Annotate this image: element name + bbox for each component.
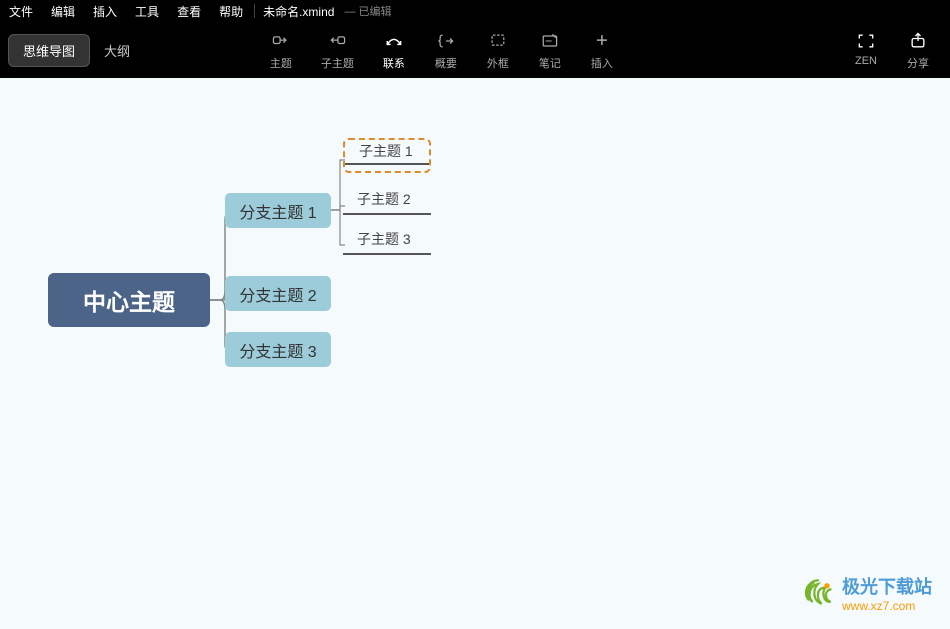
- branch-label: 分支主题 2: [239, 282, 316, 306]
- tab-mindmap[interactable]: 思维导图: [8, 34, 90, 67]
- zen-label: ZEN: [855, 55, 877, 67]
- edited-label: — 已编辑: [340, 3, 391, 19]
- sub-label: 子主题 2: [357, 189, 411, 209]
- filename-label: 未命名.xmind: [257, 3, 340, 20]
- central-topic-node[interactable]: 中心主题: [48, 273, 210, 327]
- subtopic-button[interactable]: 子主题: [307, 26, 368, 75]
- share-icon: [906, 30, 930, 52]
- watermark-url: www.xz7.com: [842, 599, 932, 613]
- topic-label: 主题: [270, 55, 292, 71]
- menu-view[interactable]: 查看: [168, 3, 210, 20]
- sub-label: 子主题 1: [359, 141, 413, 161]
- branch-label: 分支主题 3: [239, 338, 316, 362]
- underline: [343, 213, 431, 215]
- branch-node-1[interactable]: 分支主题 1: [225, 193, 331, 228]
- menu-file[interactable]: 文件: [0, 3, 42, 20]
- toolbar: 思维导图 大纲 主题 子主题 联系 概要: [0, 22, 950, 78]
- watermark-title: 极光下载站: [842, 577, 932, 597]
- topic-button[interactable]: 主题: [255, 26, 307, 75]
- branch-node-2[interactable]: 分支主题 2: [225, 276, 331, 311]
- summary-button[interactable]: 概要: [420, 26, 472, 75]
- summary-icon: [434, 30, 458, 52]
- sub-node-1[interactable]: 子主题 1: [343, 138, 431, 173]
- underline: [345, 163, 429, 165]
- sub-node-3[interactable]: 子主题 3: [343, 226, 431, 261]
- note-button[interactable]: 笔记: [524, 26, 576, 75]
- zen-button[interactable]: ZEN: [840, 26, 892, 75]
- view-tabs: 思维导图 大纲: [8, 34, 144, 67]
- share-label: 分享: [907, 55, 929, 71]
- tab-outline[interactable]: 大纲: [90, 35, 144, 66]
- boundary-icon: [486, 30, 510, 52]
- fullscreen-icon: [854, 30, 878, 52]
- note-icon: [538, 30, 562, 52]
- menu-tool[interactable]: 工具: [126, 3, 168, 20]
- topic-icon: [269, 30, 293, 52]
- central-topic-label: 中心主题: [83, 283, 175, 317]
- menu-edit[interactable]: 编辑: [42, 3, 84, 20]
- relationship-label: 联系: [383, 55, 405, 71]
- relationship-icon: [382, 30, 406, 52]
- share-button[interactable]: 分享: [892, 26, 944, 75]
- watermark: 极光下载站 www.xz7.com: [800, 573, 932, 613]
- plus-icon: [590, 30, 614, 52]
- divider: [254, 4, 255, 18]
- subtopic-icon: [325, 30, 349, 52]
- boundary-button[interactable]: 外框: [472, 26, 524, 75]
- relationship-button[interactable]: 联系: [368, 26, 420, 75]
- summary-label: 概要: [435, 55, 457, 71]
- menu-help[interactable]: 帮助: [210, 3, 252, 20]
- sub-node-2[interactable]: 子主题 2: [343, 186, 431, 221]
- sub-label: 子主题 3: [357, 229, 411, 249]
- watermark-logo-icon: [800, 575, 836, 611]
- connectors: [0, 78, 950, 629]
- subtopic-label: 子主题: [321, 55, 354, 71]
- menu-bar: 文件 编辑 插入 工具 查看 帮助 未命名.xmind — 已编辑: [0, 0, 950, 22]
- underline: [343, 253, 431, 255]
- canvas[interactable]: 中心主题 分支主题 1 子主题 1 子主题 2 子主题 3 分支主题 2 分支主…: [0, 78, 950, 629]
- boundary-label: 外框: [487, 55, 509, 71]
- branch-node-3[interactable]: 分支主题 3: [225, 332, 331, 367]
- insert-button[interactable]: 插入: [576, 26, 628, 75]
- menu-insert[interactable]: 插入: [84, 3, 126, 20]
- insert-label: 插入: [591, 55, 613, 71]
- note-label: 笔记: [539, 55, 561, 71]
- branch-label: 分支主题 1: [239, 199, 316, 223]
